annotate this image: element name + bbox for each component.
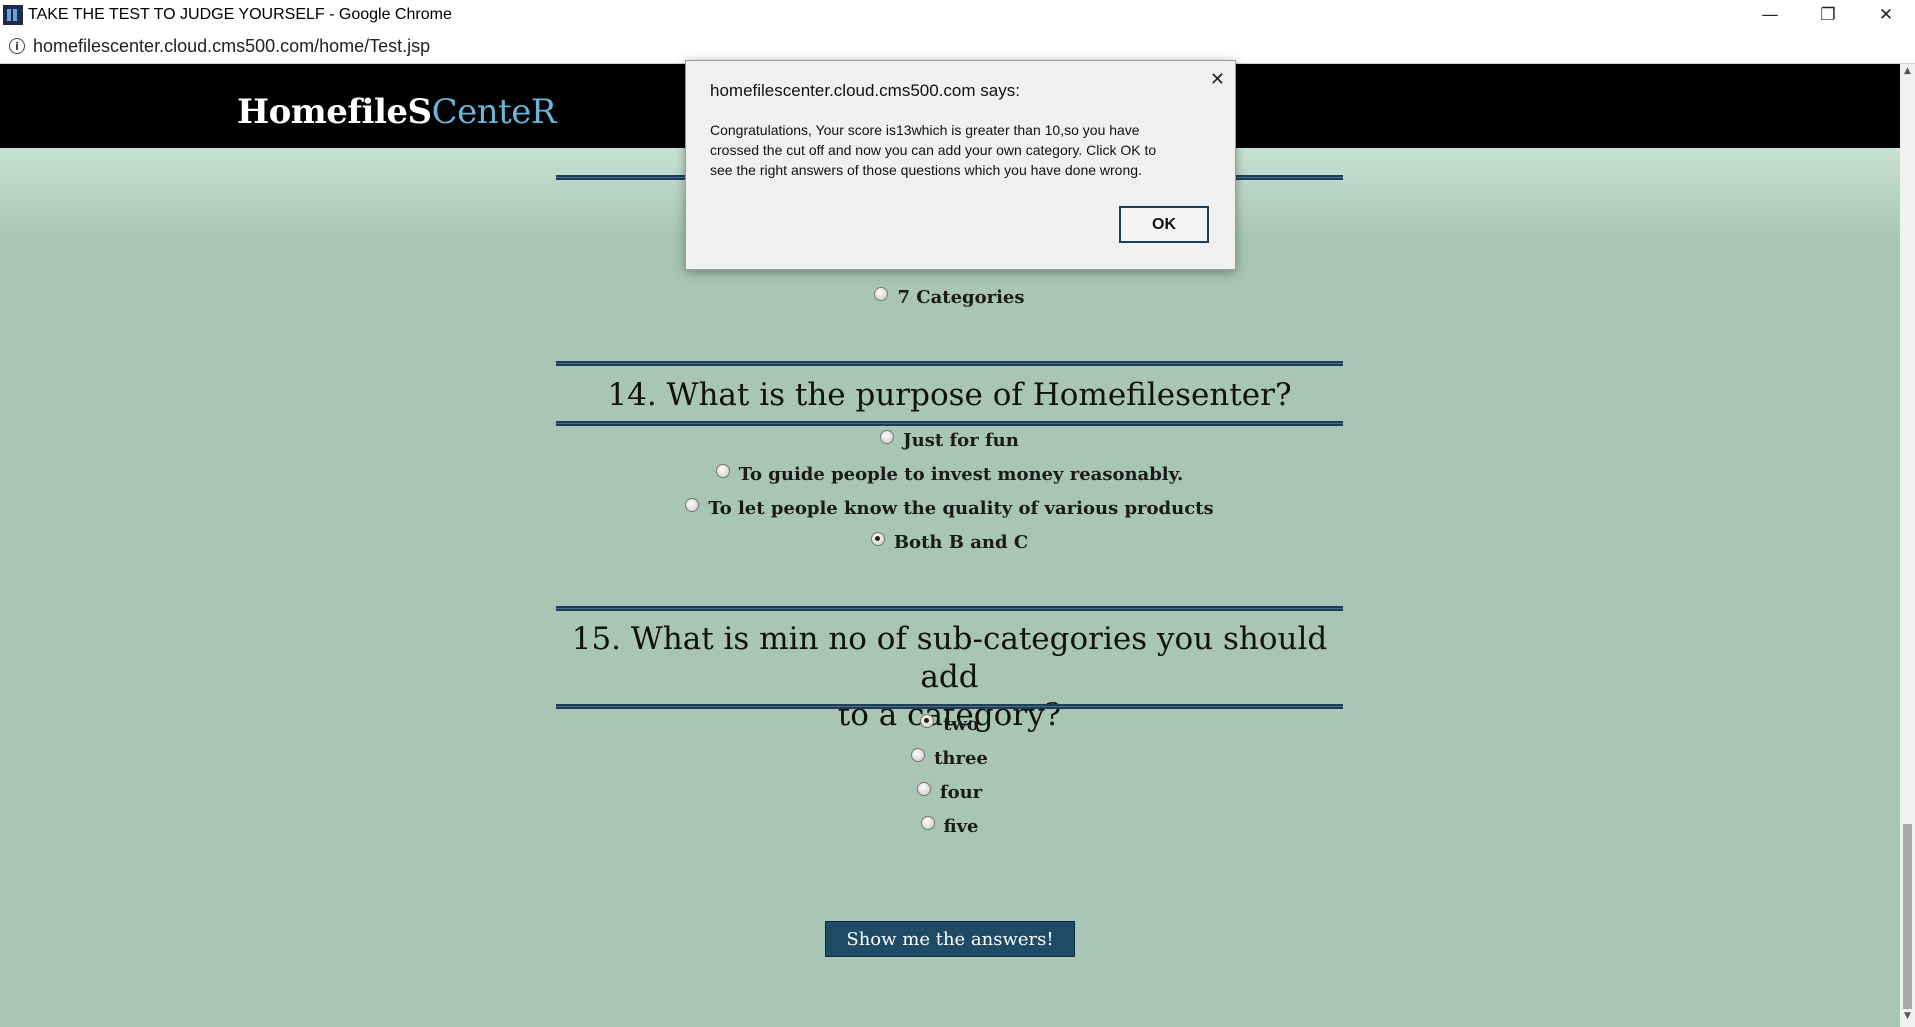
question-14-bottom-rule	[556, 421, 1343, 426]
site-logo[interactable]: HomefileSCenteR	[237, 92, 556, 132]
question-14-top-rule	[556, 361, 1343, 366]
question-15-top-rule	[556, 606, 1343, 611]
option-label: To let people know the quality of variou…	[708, 498, 1214, 519]
q14-option-c[interactable]: To let people know the quality of variou…	[556, 498, 1343, 519]
dialog-message-line: crossed the cut off and now you can add …	[710, 142, 1157, 158]
radio-button-selected[interactable]	[870, 532, 885, 546]
page-scrollbar[interactable]: ▲ ▼	[1900, 64, 1915, 1027]
option-label: four	[939, 782, 983, 803]
minimize-button[interactable]: —	[1741, 0, 1799, 29]
radio-button[interactable]	[715, 464, 730, 478]
window-title: TAKE THE TEST TO JUDGE YOURSELF - Google…	[28, 5, 452, 23]
show-answers-button[interactable]: Show me the answers!	[825, 921, 1075, 957]
app-favicon-icon	[3, 4, 23, 25]
alert-dialog: homefilescenter.cloud.cms500.com says: ✕…	[685, 60, 1236, 270]
question-15-title-line1: 15. What is min no of sub-categories you…	[571, 621, 1328, 695]
restore-button[interactable]: ❐	[1799, 0, 1857, 29]
scroll-down-arrow-icon[interactable]: ▼	[1900, 1011, 1915, 1025]
scroll-up-arrow-icon[interactable]: ▲	[1900, 66, 1915, 80]
radio-button[interactable]	[880, 430, 895, 444]
option-label: two	[943, 714, 979, 735]
q14-option-d[interactable]: Both B and C	[556, 532, 1343, 553]
radio-button[interactable]	[874, 287, 889, 301]
option-label: Both B and C	[893, 532, 1029, 553]
option-label: To guide people to invest money reasonab…	[738, 464, 1184, 485]
option-label: Just for fun	[903, 430, 1019, 451]
dialog-message-line: Congratulations, Your score is13which is…	[710, 122, 1140, 138]
radio-button[interactable]	[920, 816, 935, 830]
option-label: five	[943, 816, 979, 837]
option-label: 7 Categories	[897, 287, 1025, 308]
q15-option-b[interactable]: three	[556, 748, 1343, 769]
q14-option-b[interactable]: To guide people to invest money reasonab…	[556, 464, 1343, 485]
q15-option-a[interactable]: two	[556, 714, 1343, 735]
address-bar[interactable]: i homefilescenter.cloud.cms500.com/home/…	[0, 29, 1915, 64]
logo-accent-text: CenteR	[431, 92, 557, 132]
q14-option-a[interactable]: Just for fun	[556, 430, 1343, 451]
window-controls: — ❐ ✕	[1741, 0, 1915, 29]
url-text[interactable]: homefilescenter.cloud.cms500.com/home/Te…	[33, 36, 430, 57]
site-info-icon[interactable]: i	[9, 38, 25, 54]
radio-button-selected[interactable]	[920, 714, 935, 728]
dialog-title: homefilescenter.cloud.cms500.com says:	[710, 81, 1020, 100]
dialog-message: Congratulations, Your score is13which is…	[710, 120, 1210, 180]
logo-main-text: HomefileS	[237, 92, 432, 132]
radio-button[interactable]	[911, 748, 926, 762]
quiz-content	[0, 148, 1900, 1027]
radio-button[interactable]	[685, 498, 700, 512]
question-15-bottom-rule	[556, 704, 1343, 709]
q15-option-c[interactable]: four	[556, 782, 1343, 803]
radio-button[interactable]	[916, 782, 931, 796]
q15-option-d[interactable]: five	[556, 816, 1343, 837]
question-14-title: 14. What is the purpose of Homefilesente…	[607, 377, 1292, 413]
scroll-thumb[interactable]	[1903, 824, 1912, 1009]
dialog-ok-button[interactable]: OK	[1119, 206, 1209, 243]
dialog-message-line: see the right answers of those questions…	[710, 162, 1142, 178]
option-label: three	[934, 748, 988, 769]
dialog-close-icon[interactable]: ✕	[1210, 69, 1225, 90]
option-7-categories[interactable]: 7 Categories	[556, 287, 1343, 308]
close-window-button[interactable]: ✕	[1857, 0, 1915, 29]
browser-titlebar: TAKE THE TEST TO JUDGE YOURSELF - Google…	[0, 0, 1915, 29]
